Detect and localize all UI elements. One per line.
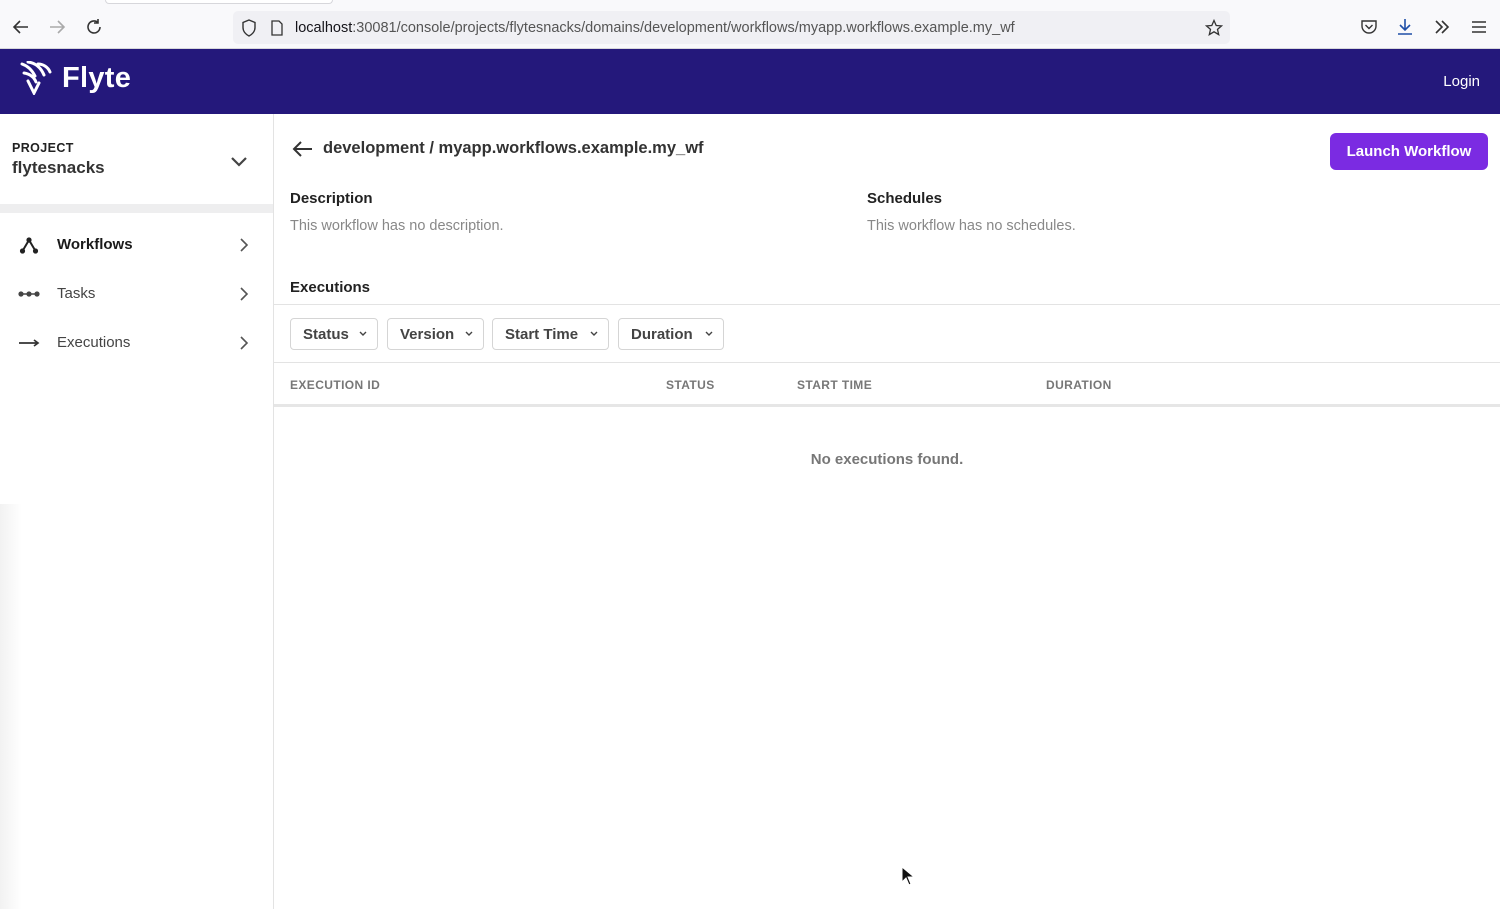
filter-label: Start Time	[505, 325, 579, 343]
reload-icon[interactable]	[81, 14, 107, 40]
sidebar-shadow	[0, 504, 22, 909]
browser-tab[interactable]	[105, 0, 333, 4]
start-time-filter[interactable]: Start Time	[492, 318, 609, 350]
chevron-right-icon	[240, 238, 249, 252]
url-bar[interactable]: localhost:30081/console/projects/flytesn…	[233, 11, 1230, 44]
sidebar-item-workflows[interactable]: Workflows	[0, 223, 273, 267]
table-header-rule	[274, 404, 1500, 407]
back-arrow-icon[interactable]	[292, 139, 314, 159]
project-name: flytesnacks	[12, 158, 105, 177]
version-filter[interactable]: Version	[387, 318, 484, 350]
chevron-down-icon	[465, 331, 473, 336]
main-content: development / myapp.workflows.example.my…	[274, 114, 1500, 909]
description-title: Description	[290, 190, 373, 207]
sidebar-item-label: Executions	[57, 334, 131, 351]
star-icon[interactable]	[1204, 18, 1224, 38]
duration-filter[interactable]: Duration	[618, 318, 724, 350]
login-link[interactable]: Login	[1443, 73, 1480, 90]
schedules-text: This workflow has no schedules.	[867, 218, 1076, 234]
sidebar-item-label: Workflows	[57, 236, 133, 253]
status-filter[interactable]: Status	[290, 318, 378, 350]
project-label: PROJECT	[12, 141, 74, 155]
workflow-icon	[18, 234, 40, 256]
column-header-start-time[interactable]: START TIME	[797, 378, 872, 392]
column-header-duration[interactable]: DURATION	[1046, 378, 1112, 392]
column-header-status[interactable]: STATUS	[666, 378, 715, 392]
flyte-logo-icon	[20, 61, 52, 95]
forward-icon[interactable]	[44, 14, 70, 40]
arrow-right-icon	[18, 332, 40, 354]
column-header-execution-id[interactable]: EXECUTION ID	[290, 378, 380, 392]
filter-label: Status	[303, 325, 349, 343]
menu-icon[interactable]	[1466, 14, 1492, 40]
browser-toolbar: localhost:30081/console/projects/flytesn…	[0, 0, 1500, 49]
sidebar: PROJECT flytesnacks Workflows Tasks Exec…	[0, 114, 274, 909]
mouse-cursor-icon	[901, 866, 915, 886]
tasks-icon	[18, 283, 40, 305]
url-path: :30081/console/projects/flytesnacks/doma…	[352, 20, 1015, 36]
sidebar-item-tasks[interactable]: Tasks	[0, 272, 273, 316]
breadcrumb: development / myapp.workflows.example.my…	[323, 139, 704, 157]
section-divider	[274, 304, 1500, 305]
chevron-down-icon	[590, 331, 598, 336]
sidebar-separator	[0, 204, 273, 213]
filter-divider	[274, 362, 1500, 363]
sidebar-item-label: Tasks	[57, 285, 96, 302]
chevron-down-icon	[359, 331, 367, 336]
flyte-logo[interactable]: Flyte	[20, 61, 131, 95]
description-text: This workflow has no description.	[290, 218, 504, 234]
logo-text: Flyte	[62, 61, 132, 94]
executions-title: Executions	[290, 279, 371, 296]
chevron-down-icon[interactable]	[228, 150, 250, 172]
download-icon[interactable]	[1392, 14, 1418, 40]
empty-state-message: No executions found.	[810, 451, 964, 468]
chevron-down-icon	[705, 331, 713, 336]
pocket-icon[interactable]	[1356, 14, 1382, 40]
overflow-chevrons-icon[interactable]	[1429, 14, 1455, 40]
app-header: Flyte Login	[0, 49, 1500, 114]
chevron-right-icon	[240, 336, 249, 350]
page-icon[interactable]	[267, 18, 287, 38]
filter-label: Duration	[631, 325, 693, 343]
back-icon[interactable]	[8, 14, 34, 40]
sidebar-item-executions[interactable]: Executions	[0, 321, 273, 365]
filter-label: Version	[400, 325, 455, 343]
url-text[interactable]: localhost:30081/console/projects/flytesn…	[295, 20, 1015, 36]
schedules-title: Schedules	[867, 190, 943, 207]
url-host: localhost	[295, 20, 353, 36]
chevron-right-icon	[240, 287, 249, 301]
launch-workflow-button[interactable]: Launch Workflow	[1330, 133, 1488, 170]
shield-icon[interactable]	[239, 18, 259, 38]
